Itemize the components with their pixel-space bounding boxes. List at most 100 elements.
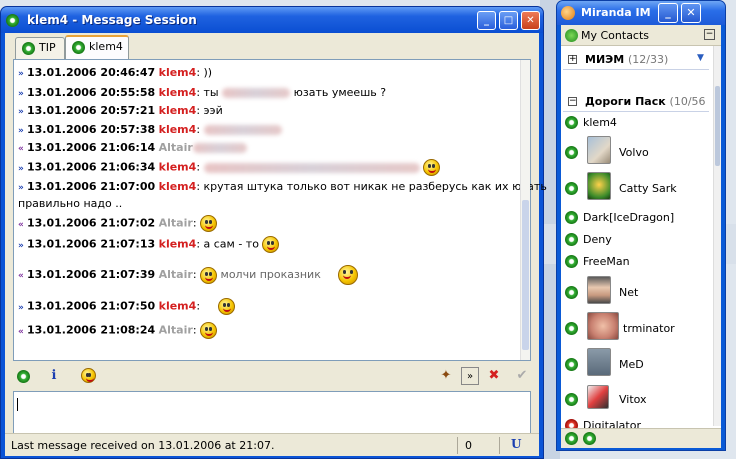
message-line: » 13.01.2006 21:06:34 klem4: [18,159,441,176]
message-text: ээй [203,104,223,117]
message-text: правильно надо .. [18,197,123,210]
tab-status-icon [72,41,85,54]
contact-name: trminator [623,322,675,335]
smiley-picker-button[interactable] [79,367,97,385]
message-nick: klem4 [158,299,197,313]
close-icon[interactable]: ✕ [521,11,540,30]
online-status-icon [565,116,578,129]
avatar [587,276,611,304]
miranda-body: My Contacts − + МИЭМ (12/33) ▼ − Дороги … [561,25,721,448]
miranda-titlebar[interactable]: Miranda IM _ ✕ [557,1,725,25]
close-tab-icon[interactable]: ✖ [485,367,503,385]
message-text: ты [203,86,219,99]
online-status-icon [565,255,578,268]
avatar [587,385,609,409]
close-icon[interactable]: ✕ [681,3,701,23]
message-line: » 13.01.2006 21:07:00 klem4: крутая штука… [18,180,547,193]
smiley-icon [200,266,218,284]
status-icon[interactable] [583,432,596,445]
collapse-icon[interactable]: − [704,29,715,40]
miranda-title: Miranda IM [581,6,651,19]
message-nick: klem4 [158,86,197,99]
forward-icon[interactable]: » [461,367,479,385]
redacted-text [203,125,282,135]
text-caret [17,398,18,411]
group-name: Дороги Паск [585,95,666,108]
message-timestamp: 13.01.2006 20:46:47 [27,66,156,79]
redacted-text [203,162,420,173]
miranda-menu-icon[interactable] [565,29,578,42]
message-toolbar: ℹ ✦ » ✖ ✔ [13,365,531,389]
maximize-icon[interactable]: □ [499,11,518,30]
message-timestamp: 13.01.2006 21:07:13 [27,237,156,251]
tab-klem4[interactable]: klem4 [65,35,129,59]
smiley-icon [423,159,441,176]
message-line: » 13.01.2006 20:55:58 klem4: ты юзать уме… [18,86,387,99]
scrollbar-thumb[interactable] [522,200,529,350]
contact-list-scrollbar[interactable] [713,46,721,426]
smiley-icon [262,236,280,253]
avatar [587,312,619,340]
user-info-icon[interactable]: ℹ [45,367,63,385]
group-count: (12/33) [628,53,669,66]
message-session-window: klem4 - Message Session _ □ ✕ TIP klem4 … [0,6,547,459]
message-nick: klem4 [158,123,197,136]
minimize-icon[interactable]: _ [658,3,678,23]
contact-name: Net [619,286,639,299]
message-nick: Altair [158,323,193,337]
message-nick: Altair [158,141,193,154]
miranda-status-bar[interactable] [561,428,721,448]
message-timestamp: 13.01.2006 21:08:24 [27,323,156,337]
miranda-menu-bar[interactable]: My Contacts − [561,25,721,46]
tab-label: klem4 [89,39,123,53]
redacted-text [192,143,247,153]
collapse-icon[interactable]: − [568,97,577,106]
avatar [587,348,611,376]
tab-tip[interactable]: TIP [15,37,65,59]
message-window-titlebar[interactable]: klem4 - Message Session _ □ ✕ [1,7,543,33]
outgoing-arrow-icon: » [18,69,24,79]
message-text: молчи проказник [220,268,321,281]
contact-name: Volvo [619,146,649,159]
message-line: » 13.01.2006 20:57:21 klem4: ээй [18,104,223,117]
group-dorogi-pask[interactable]: − Дороги Паск (10/56 [563,92,709,112]
online-status-icon [565,393,578,406]
my-contacts-label[interactable]: My Contacts [581,29,649,42]
message-nick: klem4 [158,237,197,251]
avatar [587,136,611,164]
message-line: «13.01.2006 21:07:02 Altair: [18,215,218,232]
online-status-icon [565,182,578,195]
group-miem[interactable]: + МИЭМ (12/33) ▼ [563,50,709,70]
tab-label: TIP [39,40,56,54]
online-status-icon [565,358,578,371]
message-log[interactable]: » 13.01.2006 20:46:47 klem4: )) » 13.01.20… [13,59,547,361]
message-line: » 13.01.2006 20:57:38 klem4: [18,123,282,136]
outgoing-arrow-icon: » [18,183,24,193]
send-check-icon[interactable]: ✔ [513,367,531,385]
online-status-icon [565,211,578,224]
tab-strip: TIP klem4 [5,33,539,59]
protocol-icon[interactable] [17,370,30,383]
minimize-icon[interactable]: _ [477,11,496,30]
outgoing-arrow-icon: » [18,302,24,313]
chevron-down-icon[interactable]: ▼ [697,53,704,63]
expand-icon[interactable]: + [568,55,577,64]
message-line: «13.01.2006 21:06:14 Altair [18,141,247,154]
status-separator [499,437,500,454]
status-icon[interactable] [565,432,578,445]
scrollbar-thumb[interactable] [715,86,720,166]
smiley-icon [200,215,218,232]
miranda-logo-icon [561,6,575,20]
unicode-toggle[interactable]: U [511,437,521,451]
status-separator [457,437,458,454]
message-nick: Altair [158,268,193,281]
message-line: » 13.01.2006 21:07:50 klem4: [18,298,235,315]
message-timestamp: 13.01.2006 21:06:34 [27,160,156,174]
message-line: » 13.01.2006 21:07:13 klem4: а сам - то [18,236,280,253]
history-icon[interactable]: ✦ [437,367,455,385]
incoming-arrow-icon: « [18,219,24,230]
message-log-scrollbar[interactable] [520,60,530,360]
contact-name: FreeMan [583,255,630,268]
message-text: а сам - то [203,237,259,251]
contact-name: Catty Sark [619,182,677,195]
